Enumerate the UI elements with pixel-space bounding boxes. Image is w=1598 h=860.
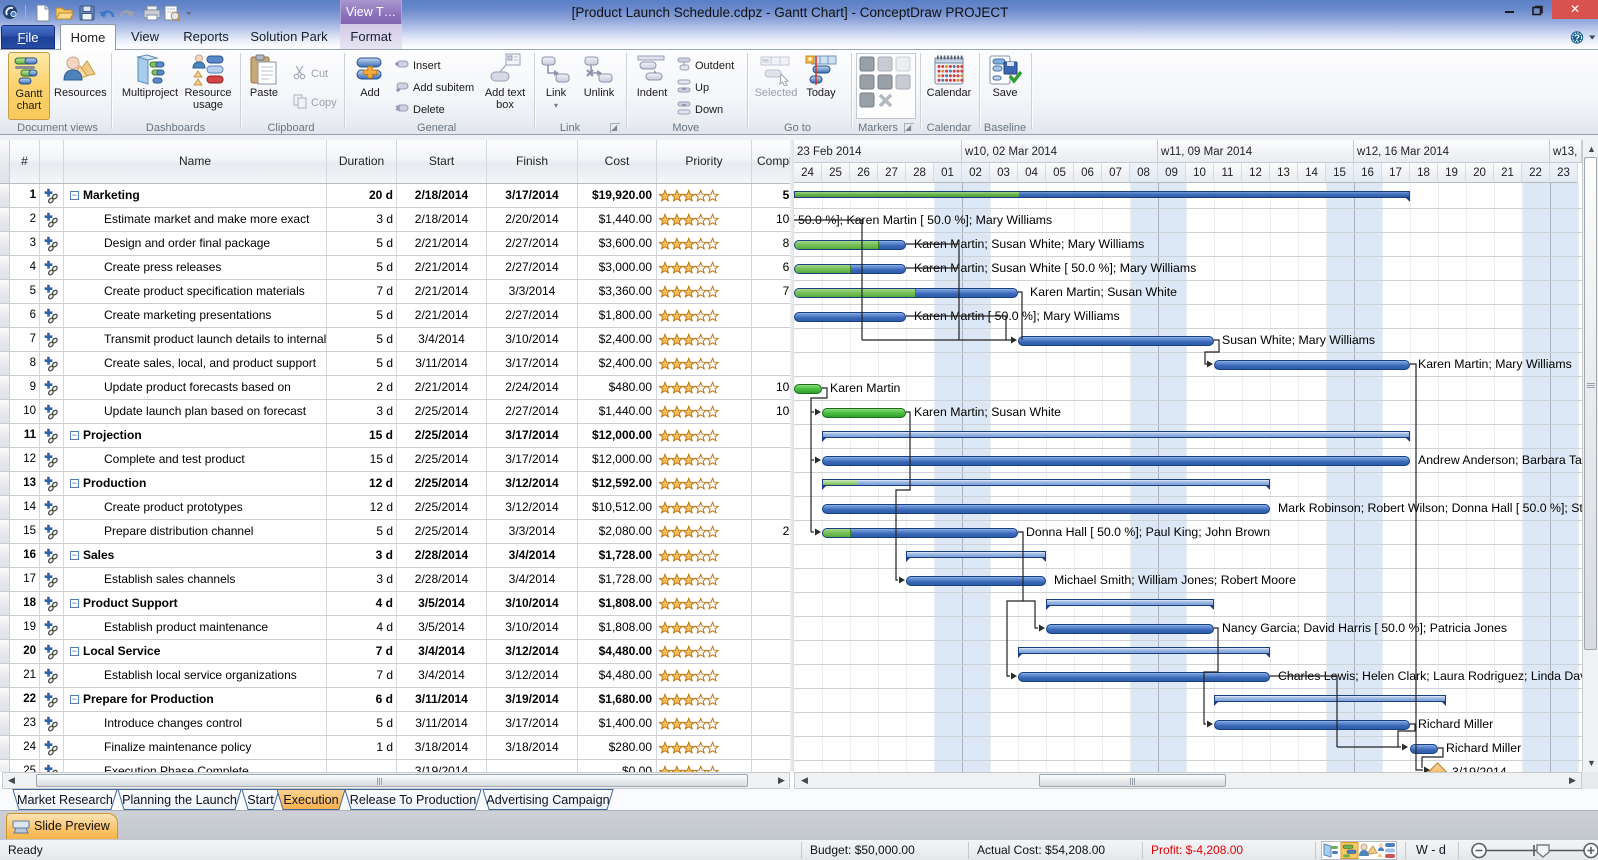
svg-text:?: ? xyxy=(1574,33,1580,44)
svg-text:Planning the Launch: Planning the Launch xyxy=(122,793,237,807)
svg-text:Advertising Campaign: Advertising Campaign xyxy=(486,793,609,807)
svg-text:Start: Start xyxy=(247,793,274,807)
svg-text:Execution: Execution xyxy=(283,793,338,807)
svg-text:Market Research: Market Research xyxy=(17,793,113,807)
svg-text:Release To Production: Release To Production xyxy=(350,793,476,807)
